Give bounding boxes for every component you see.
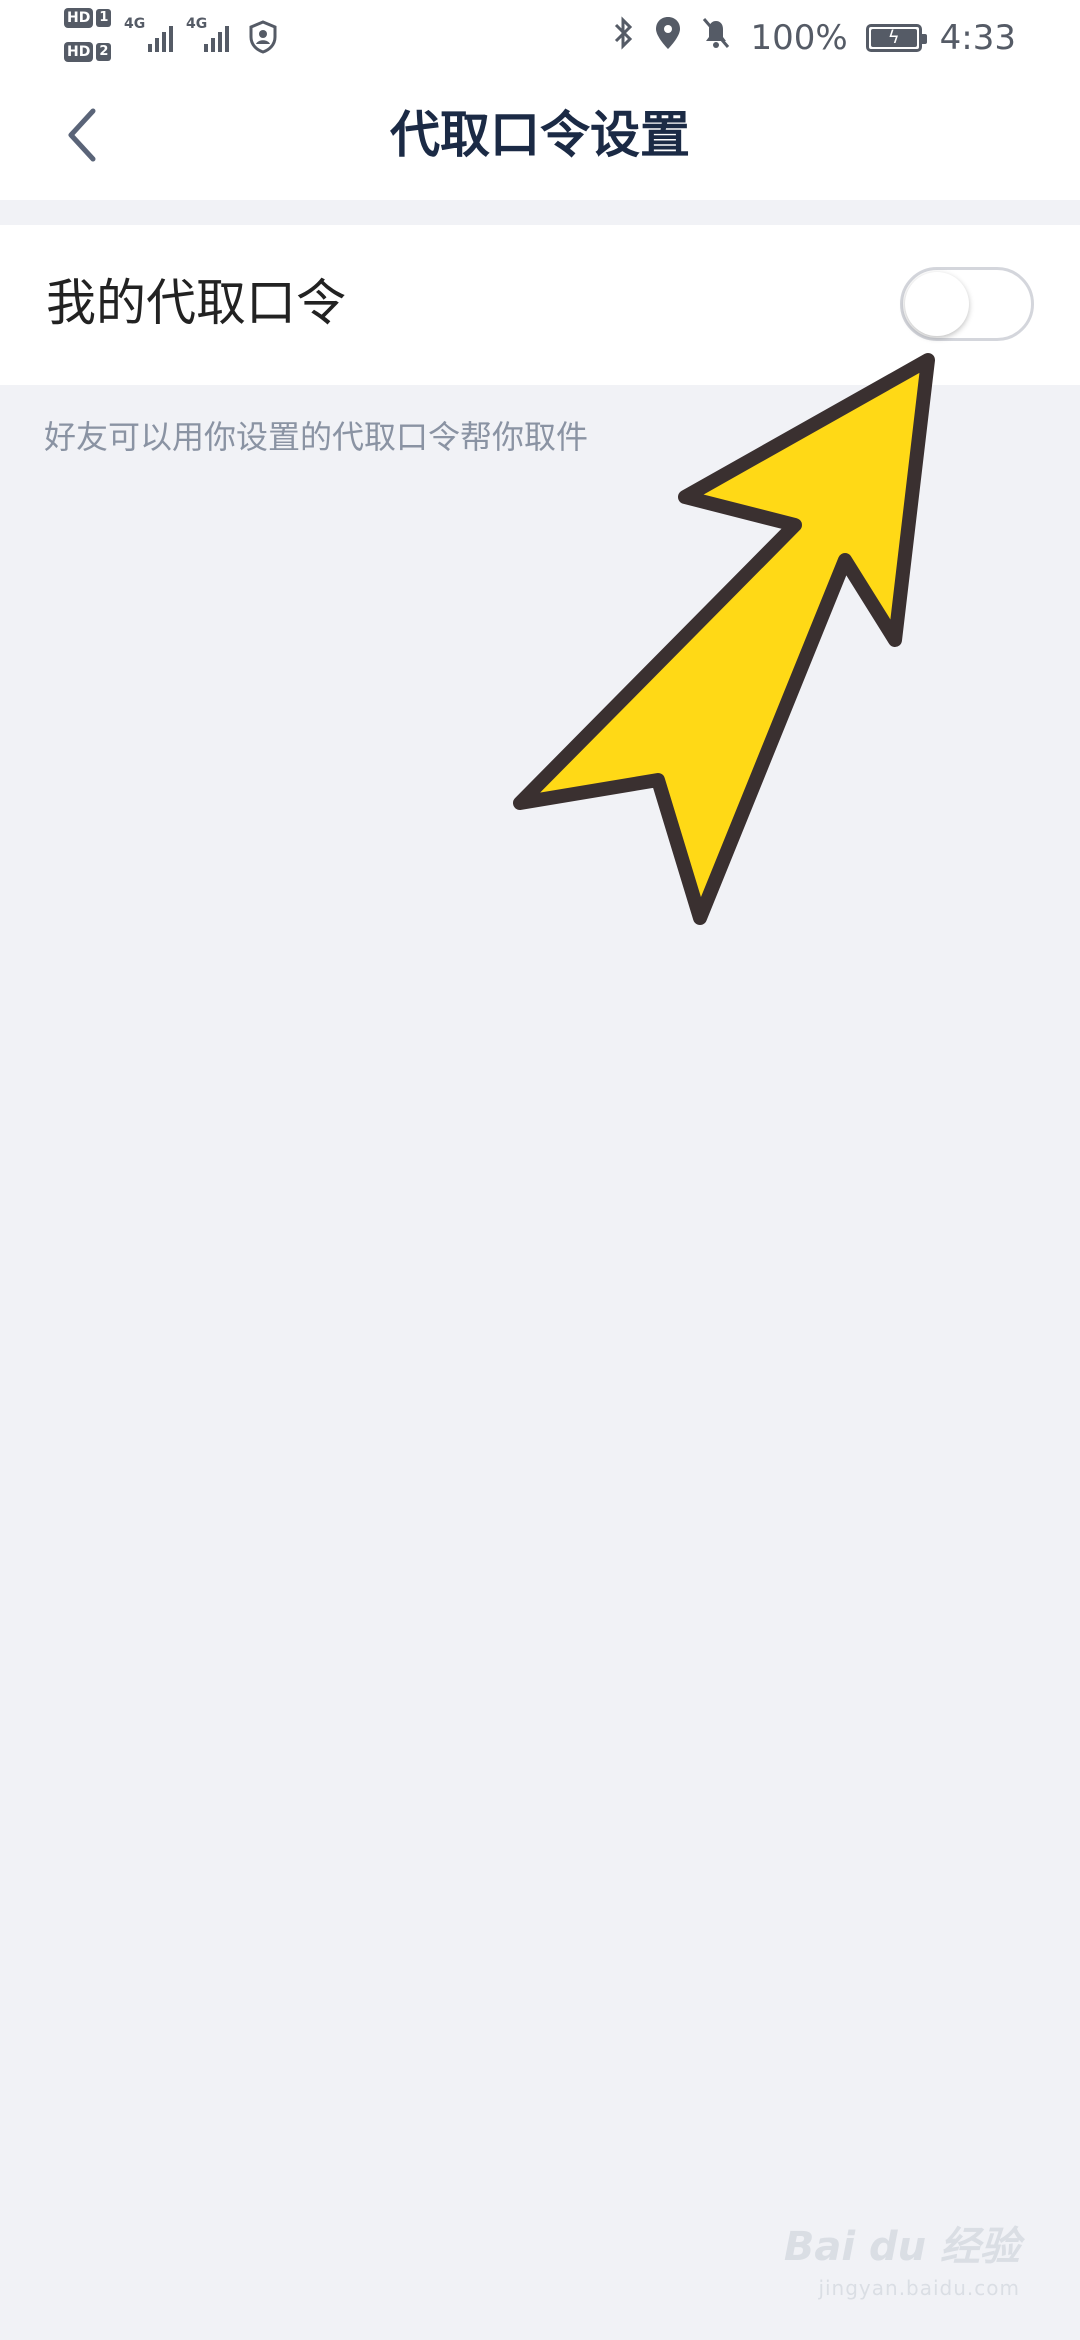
watermark: Bai du 经验 jingyan.baidu.com	[784, 2214, 1020, 2300]
pointer-arrow-icon	[513, 353, 935, 925]
watermark-url: jingyan.baidu.com	[818, 2276, 1020, 2300]
watermark-brand: Bai du 经验	[783, 2224, 1020, 2270]
